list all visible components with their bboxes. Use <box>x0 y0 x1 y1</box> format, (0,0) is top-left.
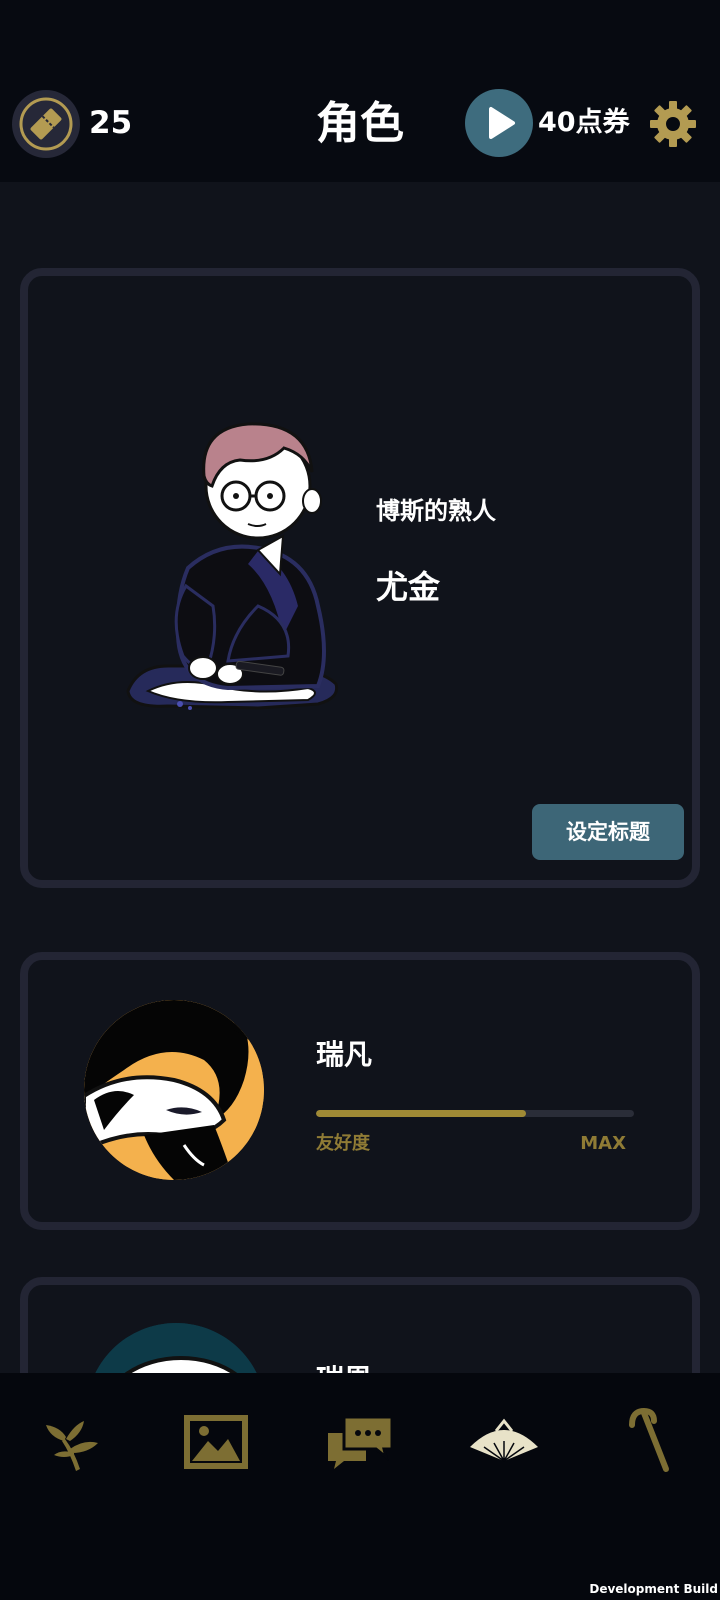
character-subtitle: 博斯的熟人 <box>376 497 496 525</box>
character-portrait <box>108 336 368 756</box>
development-build-label: Development Build <box>589 1582 718 1596</box>
character-name: 尤金 <box>376 568 441 606</box>
gear-icon <box>650 101 696 147</box>
friendship-max-label: MAX <box>580 1133 626 1154</box>
nav-item-branch[interactable] <box>34 1403 114 1483</box>
branch-icon <box>46 1421 98 1471</box>
nav-item-gallery[interactable] <box>176 1403 256 1483</box>
play-ad-button[interactable] <box>465 89 533 157</box>
fan-icon <box>470 1418 538 1462</box>
set-title-button[interactable]: 设定标题 <box>532 804 684 860</box>
friendship-bar-fill <box>316 1110 526 1117</box>
gallery-icon <box>184 1415 248 1469</box>
character-name: 瑞凡 <box>316 1038 373 1071</box>
nav-item-cane[interactable] <box>610 1403 690 1483</box>
friendship-bar <box>316 1110 634 1117</box>
character-card-ruifan[interactable]: 瑞凡 友好度 MAX <box>20 952 700 1230</box>
character-avatar <box>84 1000 264 1180</box>
play-icon <box>489 107 515 139</box>
bottom-navigation: Development Build <box>0 1373 720 1600</box>
character-screen: 25 角色 40点券 博斯的熟人 尤金 设定标题 瑞凡 友好度 MAX Deve… <box>0 0 720 1600</box>
cane-icon <box>629 1407 669 1472</box>
featured-character-card: 博斯的熟人 尤金 设定标题 <box>20 268 700 888</box>
settings-button[interactable] <box>648 99 698 149</box>
top-bar: 25 角色 40点券 <box>0 0 720 182</box>
friendship-label: 友好度 <box>316 1133 370 1154</box>
chat-icon <box>328 1415 394 1469</box>
nav-item-fan[interactable] <box>464 1403 544 1483</box>
nav-item-chat[interactable] <box>320 1403 400 1483</box>
coupon-label: 40点券 <box>538 107 630 138</box>
